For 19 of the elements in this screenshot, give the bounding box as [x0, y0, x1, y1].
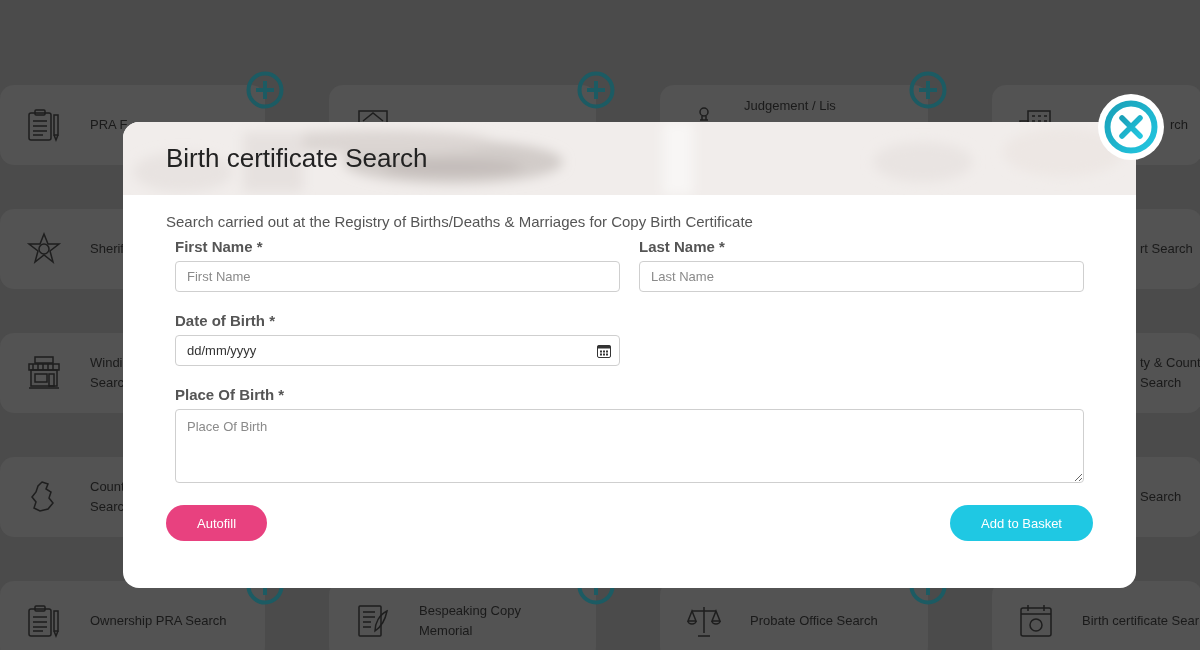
field-label: Place Of Birth * [175, 386, 286, 403]
dialog-title: Birth certificate Search [166, 143, 428, 174]
tile-label: PRA F [90, 116, 128, 134]
field-label: First Name * [175, 238, 264, 255]
tile-label: ty & Count Search [1140, 354, 1200, 392]
tile-label: Windi Searc [90, 354, 124, 392]
tile-label: Ownership PRA Search [90, 612, 227, 630]
dialog-description: Search carried out at the Registry of Births/Deaths & Marriages for Copy Birth Certificate [166, 213, 754, 230]
tile-label: rt Search [1140, 240, 1193, 258]
tile-label: Search [1140, 488, 1182, 506]
tile-label: rch [1169, 116, 1188, 134]
tile-label: Probate Office Search [750, 612, 878, 630]
tile-label: Sherif [90, 240, 124, 258]
tile-label: Judgement / Lis [744, 97, 836, 115]
tile-label: Bespeaking Copy Memorial [419, 602, 521, 640]
tile-label: Birth certificate Sear [1082, 612, 1200, 630]
field-label: Last Name * [639, 238, 726, 255]
tile-label: Count Searc [90, 478, 125, 516]
field-label: Date of Birth * [175, 312, 276, 329]
